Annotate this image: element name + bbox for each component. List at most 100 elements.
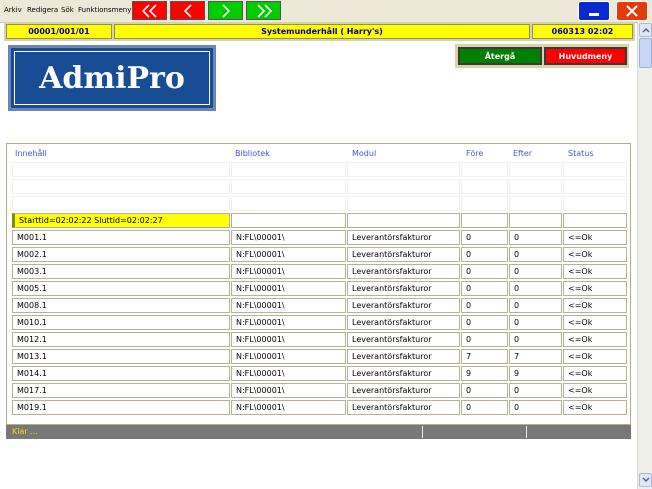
- cell-efter: 9: [509, 366, 562, 381]
- cell-modul: Leverantörsfakturor: [347, 230, 460, 245]
- cell-fore: 9: [461, 366, 508, 381]
- cell-efter: 0: [509, 247, 562, 262]
- cell-status: <=Ok: [563, 264, 627, 279]
- menu-sok[interactable]: Sök: [61, 6, 74, 14]
- menu-funktionsmeny[interactable]: Funktionsmeny: [78, 6, 131, 14]
- cell-fore: [461, 179, 508, 194]
- status-bar: Klar ...: [6, 425, 631, 439]
- minimize-button[interactable]: [578, 1, 610, 21]
- cell-fore: 0: [461, 230, 508, 245]
- scroll-up-button[interactable]: [639, 23, 652, 37]
- cell-modul: Leverantörsfakturor: [347, 366, 460, 381]
- column-header-modul: Modul: [352, 149, 377, 158]
- cell-status: [563, 196, 627, 211]
- cell-efter: [509, 213, 562, 228]
- last-icon: [256, 3, 272, 18]
- previous-record-button[interactable]: [170, 1, 205, 20]
- cell-efter: 0: [509, 315, 562, 330]
- cell-status: [563, 179, 627, 194]
- cell-innehall: M008.1: [12, 298, 230, 313]
- cell-status: <=Ok: [563, 247, 627, 262]
- next-icon: [221, 3, 230, 18]
- minimize-icon: [589, 13, 599, 16]
- cell-modul: Leverantörsfakturor: [347, 400, 460, 415]
- column-header-bibliotek: Bibliotek: [235, 149, 270, 158]
- cell-modul: Leverantörsfakturor: [347, 349, 460, 364]
- cell-innehall: M003.1: [12, 264, 230, 279]
- cell-fore: 0: [461, 383, 508, 398]
- vertical-scrollbar[interactable]: [637, 22, 652, 489]
- cell-bibliotek: N:FL\00001\: [231, 315, 346, 330]
- close-button[interactable]: [616, 1, 648, 21]
- cell-fore: 0: [461, 281, 508, 296]
- cell-efter: 0: [509, 281, 562, 296]
- cell-efter: 0: [509, 298, 562, 313]
- menu-redigera[interactable]: Redigera: [27, 6, 58, 14]
- next-record-button[interactable]: [208, 1, 243, 20]
- cell-efter: 0: [509, 332, 562, 347]
- cell-modul: Leverantörsfakturor: [347, 281, 460, 296]
- menu-bar: Arkiv Redigera Sök Funktionsmeny: [0, 0, 652, 23]
- cell-bibliotek: N:FL\00001\: [231, 230, 346, 245]
- cell-efter: 0: [509, 383, 562, 398]
- cell-innehall: [12, 179, 230, 194]
- first-icon: [141, 3, 157, 18]
- cell-innehall: M001.1: [12, 230, 230, 245]
- cell-fore: 0: [461, 247, 508, 262]
- cell-bibliotek: N:FL\00001\: [231, 332, 346, 347]
- scroll-thumb[interactable]: [639, 38, 652, 68]
- back-button[interactable]: Återgå: [458, 47, 542, 65]
- cell-status: <=Ok: [563, 366, 627, 381]
- date-time: 060313 02:02: [532, 24, 633, 39]
- last-record-button[interactable]: [246, 1, 281, 20]
- cell-status: <=Ok: [563, 230, 627, 245]
- cell-fore: [461, 196, 508, 211]
- column-header-innehall: Innehåll: [15, 149, 47, 158]
- cell-fore: 0: [461, 264, 508, 279]
- cell-status: <=Ok: [563, 383, 627, 398]
- cell-fore: [461, 162, 508, 177]
- cell-bibliotek: N:FL\00001\: [231, 247, 346, 262]
- status-text: Klar ...: [12, 427, 38, 436]
- cell-efter: 7: [509, 349, 562, 364]
- admipro-logo: AdmiPro: [8, 45, 216, 111]
- cell-innehall: M014.1: [12, 366, 230, 381]
- main-menu-button[interactable]: Huvudmeny: [544, 47, 627, 65]
- cell-modul: Leverantörsfakturor: [347, 247, 460, 262]
- cell-fore: 7: [461, 349, 508, 364]
- cell-innehall: M013.1: [12, 349, 230, 364]
- cell-efter: 0: [509, 400, 562, 415]
- cell-status: <=Ok: [563, 349, 627, 364]
- run-time-info: Starttid=02:02:22 Sluttid=02:02:27: [12, 213, 230, 228]
- scroll-down-button[interactable]: [639, 473, 652, 487]
- cell-status: <=Ok: [563, 332, 627, 347]
- cell-modul: [347, 162, 460, 177]
- record-id: 00001/001/01: [6, 24, 112, 39]
- column-header-efter: Efter: [513, 149, 533, 158]
- first-record-button[interactable]: [132, 1, 167, 20]
- column-header-fore: Före: [466, 149, 484, 158]
- chevron-down-icon: [642, 477, 649, 482]
- cell-modul: Leverantörsfakturor: [347, 383, 460, 398]
- cell-bibliotek: [231, 179, 346, 194]
- page-title: Systemunderhåll ( Harry's): [114, 24, 530, 39]
- close-icon: [626, 5, 638, 17]
- cell-bibliotek: N:FL\00001\: [231, 281, 346, 296]
- cell-bibliotek: N:FL\00001\: [231, 264, 346, 279]
- cell-status: <=Ok: [563, 315, 627, 330]
- cell-fore: 0: [461, 315, 508, 330]
- cell-status: <=Ok: [563, 281, 627, 296]
- menu-arkiv[interactable]: Arkiv: [4, 6, 22, 14]
- cell-modul: Leverantörsfakturor: [347, 264, 460, 279]
- cell-innehall: [12, 162, 230, 177]
- prev-icon: [183, 3, 192, 18]
- cell-modul: [347, 213, 460, 228]
- status-divider: [526, 426, 527, 438]
- cell-fore: [461, 213, 508, 228]
- cell-efter: [509, 196, 562, 211]
- cell-efter: [509, 162, 562, 177]
- cell-fore: 0: [461, 332, 508, 347]
- cell-bibliotek: N:FL\00001\: [231, 349, 346, 364]
- cell-fore: 0: [461, 298, 508, 313]
- status-divider: [422, 426, 423, 438]
